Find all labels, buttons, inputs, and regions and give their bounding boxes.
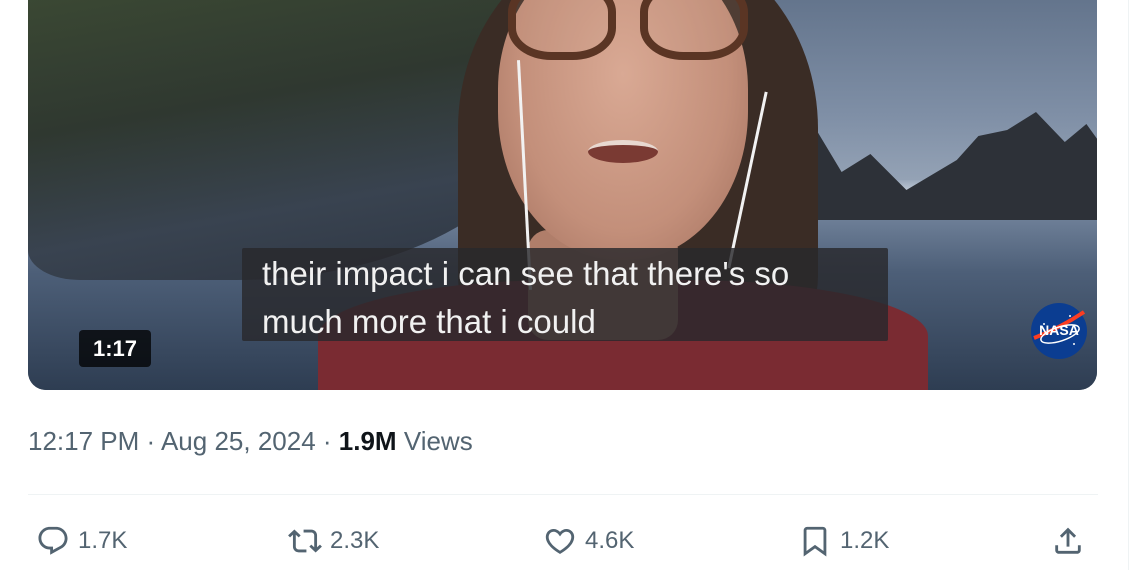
bookmark-button[interactable]: 1.2K (798, 521, 889, 561)
repost-button[interactable]: 2.3K (288, 521, 379, 561)
like-button[interactable]: 4.6K (543, 521, 634, 561)
divider (28, 494, 1098, 495)
like-count: 4.6K (585, 527, 635, 554)
caption-line: their impact i can see that there's so (262, 255, 790, 292)
video-caption: their impact i can see that there's so m… (242, 248, 888, 341)
bookmark-icon (803, 526, 827, 557)
post-time[interactable]: 12:17 PM (28, 426, 139, 456)
caption-line: much more that i could (262, 303, 596, 340)
nasa-logo: NASA (1031, 303, 1087, 359)
video-duration-badge: 1:17 (79, 330, 152, 367)
share-upload-icon (1055, 527, 1081, 554)
meta-separator: · (315, 426, 339, 456)
reply-button[interactable]: 1.7K (36, 521, 127, 561)
views-label: Views (396, 426, 473, 456)
reply-bubble-icon (38, 526, 68, 555)
reply-count: 1.7K (78, 527, 128, 554)
share-button[interactable] (1051, 521, 1085, 561)
post-detail-view: their impact i can see that there's so m… (0, 0, 1140, 570)
repost-arrows-icon (288, 529, 322, 553)
views-count: 1.9M (338, 426, 397, 456)
heart-icon (545, 528, 575, 554)
post-date[interactable]: Aug 25, 2024 (161, 426, 316, 456)
bookmark-count: 1.2K (840, 527, 890, 554)
column-border (1128, 0, 1129, 570)
video-player[interactable]: their impact i can see that there's so m… (28, 0, 1097, 390)
repost-count: 2.3K (330, 527, 380, 554)
nasa-logo-text: NASA (1039, 322, 1079, 338)
meta-separator: · (139, 426, 161, 456)
post-timestamp-views: 12:17 PM · Aug 25, 2024 · 1.9M Views (28, 426, 473, 457)
